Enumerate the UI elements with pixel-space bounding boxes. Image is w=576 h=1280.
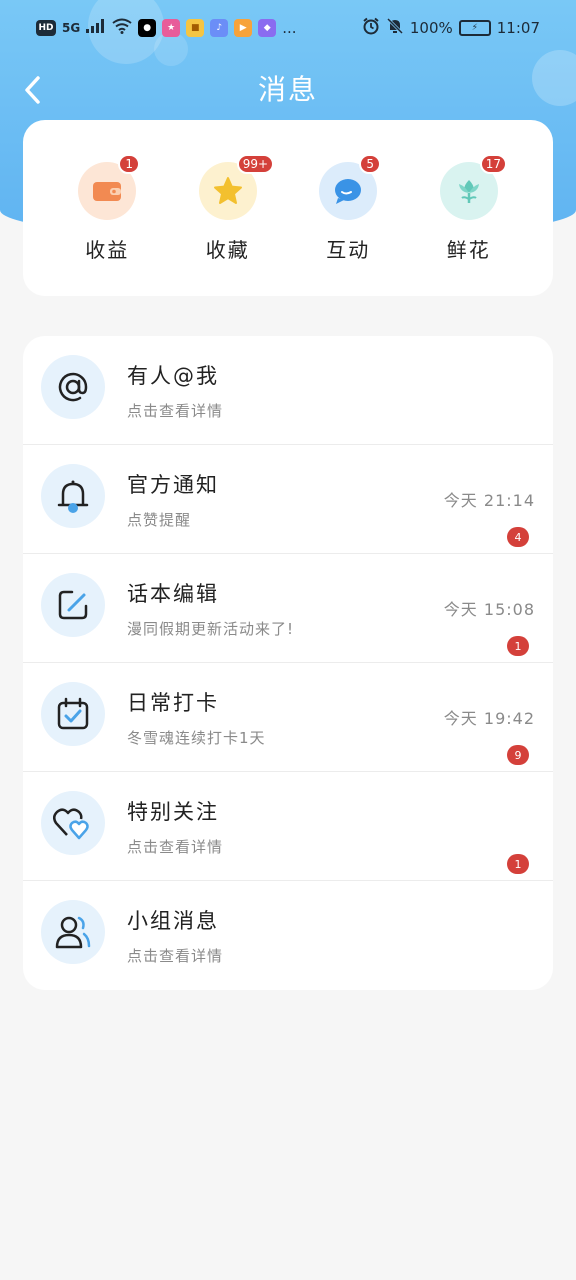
- edit-icon: [58, 590, 88, 620]
- more-notifications-indicator: ...: [282, 19, 297, 37]
- unread-badge: 9: [507, 745, 529, 765]
- unread-badge: 1: [507, 636, 529, 656]
- signal-icon: [86, 19, 106, 37]
- message-subtitle: 点击查看详情: [127, 947, 224, 965]
- row-icon-circle: [41, 573, 105, 637]
- notification-app-icon: ★: [162, 19, 181, 37]
- chat-bubble-icon: [335, 179, 362, 204]
- count-badge: 5: [359, 154, 382, 174]
- quick-action-flowers[interactable]: 17 鲜花: [424, 120, 514, 263]
- quick-actions-card: 1 收益 99+ 收藏 5 互动 17 鲜花: [23, 120, 553, 296]
- row-icon-circle: [41, 900, 105, 964]
- message-row-group[interactable]: 小组消息 点击查看详情: [23, 881, 553, 990]
- quick-action-earnings[interactable]: 1 收益: [62, 120, 152, 263]
- at-icon: [58, 372, 88, 402]
- quick-action-icon-circle: 17: [439, 154, 508, 220]
- message-title: 特别关注: [127, 800, 219, 824]
- message-subtitle: 点赞提醒: [127, 511, 192, 529]
- message-title: 小组消息: [127, 909, 219, 933]
- mute-icon: [386, 17, 404, 39]
- message-title: 官方通知: [127, 473, 219, 497]
- status-left: HD 5G ● ★ ■ ♪ ▶ ◆ ...: [36, 18, 297, 38]
- message-list: 有人@我 点击查看详情 官方通知 点赞提醒 今天 21:14 4 话本编辑 漫同…: [23, 336, 553, 990]
- message-row-mentions[interactable]: 有人@我 点击查看详情: [23, 336, 553, 445]
- unread-badge: 1: [507, 854, 529, 874]
- alarm-icon: [362, 17, 380, 39]
- quick-action-label: 收藏: [205, 238, 250, 262]
- message-title: 日常打卡: [127, 691, 219, 715]
- hearts-icon: [53, 808, 89, 840]
- video-app-icon: ▶: [234, 19, 253, 37]
- message-subtitle: 冬雪魂连续打卡1天: [127, 729, 266, 747]
- battery-icon: ⚡: [458, 20, 491, 36]
- quick-action-interactions[interactable]: 5 互动: [303, 120, 393, 263]
- quick-action-label: 收益: [85, 238, 130, 262]
- quick-action-icon-circle: 5: [319, 154, 382, 220]
- message-subtitle: 漫同假期更新活动来了!: [127, 620, 295, 638]
- count-badge: 99+: [236, 154, 275, 174]
- message-subtitle: 点击查看详情: [127, 838, 224, 856]
- message-title: 有人@我: [127, 364, 219, 388]
- count-badge: 1: [118, 154, 141, 174]
- network-5g-indicator: 5G: [62, 21, 81, 35]
- row-icon-circle: [41, 791, 105, 855]
- message-row-daily-checkin[interactable]: 日常打卡 冬雪魂连续打卡1天 今天 19:42 9: [23, 663, 553, 772]
- music-app-icon: ♪: [210, 19, 229, 37]
- count-badge: 17: [479, 154, 508, 174]
- notification-app-icon: ■: [186, 19, 205, 37]
- message-time: 今天 15:08: [443, 600, 535, 619]
- quick-action-favorites[interactable]: 99+ 收藏: [183, 120, 275, 263]
- page-title: 消息: [257, 73, 318, 106]
- message-title: 话本编辑: [127, 582, 219, 606]
- star-icon: [213, 177, 242, 204]
- flower-icon: [458, 180, 479, 203]
- row-icon-circle: [41, 682, 105, 746]
- calendar-check-icon: [57, 697, 89, 730]
- wallet-icon: [93, 182, 122, 201]
- status-right: 100% ⚡ 11:07: [362, 17, 540, 39]
- message-subtitle: 点击查看详情: [127, 402, 224, 420]
- quick-action-label: 鲜花: [446, 238, 491, 262]
- notification-app-icon: ◆: [258, 19, 277, 37]
- group-icon: [55, 916, 91, 949]
- quick-action-icon-circle: 99+: [198, 154, 275, 220]
- quick-action-icon-circle: 1: [78, 154, 141, 220]
- status-bar: HD 5G ● ★ ■ ♪ ▶ ◆ ... 100% ⚡ 11:07: [0, 0, 576, 56]
- quick-action-label: 互动: [326, 238, 371, 262]
- row-icon-circle: [41, 355, 105, 419]
- message-time: 今天 21:14: [443, 491, 535, 510]
- message-time: 今天 19:42: [443, 709, 535, 728]
- qq-app-icon: ●: [138, 19, 157, 37]
- unread-badge: 4: [507, 527, 529, 547]
- hd-indicator: HD: [36, 20, 56, 36]
- clock: 11:07: [496, 19, 540, 37]
- message-row-special-follow[interactable]: 特别关注 点击查看详情 1: [23, 772, 553, 881]
- message-row-official-notice[interactable]: 官方通知 点赞提醒 今天 21:14 4: [23, 445, 553, 554]
- wifi-icon: [112, 18, 132, 38]
- battery-percent: 100%: [409, 19, 453, 37]
- message-row-script-editing[interactable]: 话本编辑 漫同假期更新活动来了! 今天 15:08 1: [23, 554, 553, 663]
- row-icon-circle: [41, 464, 105, 528]
- bell-icon: [57, 480, 89, 513]
